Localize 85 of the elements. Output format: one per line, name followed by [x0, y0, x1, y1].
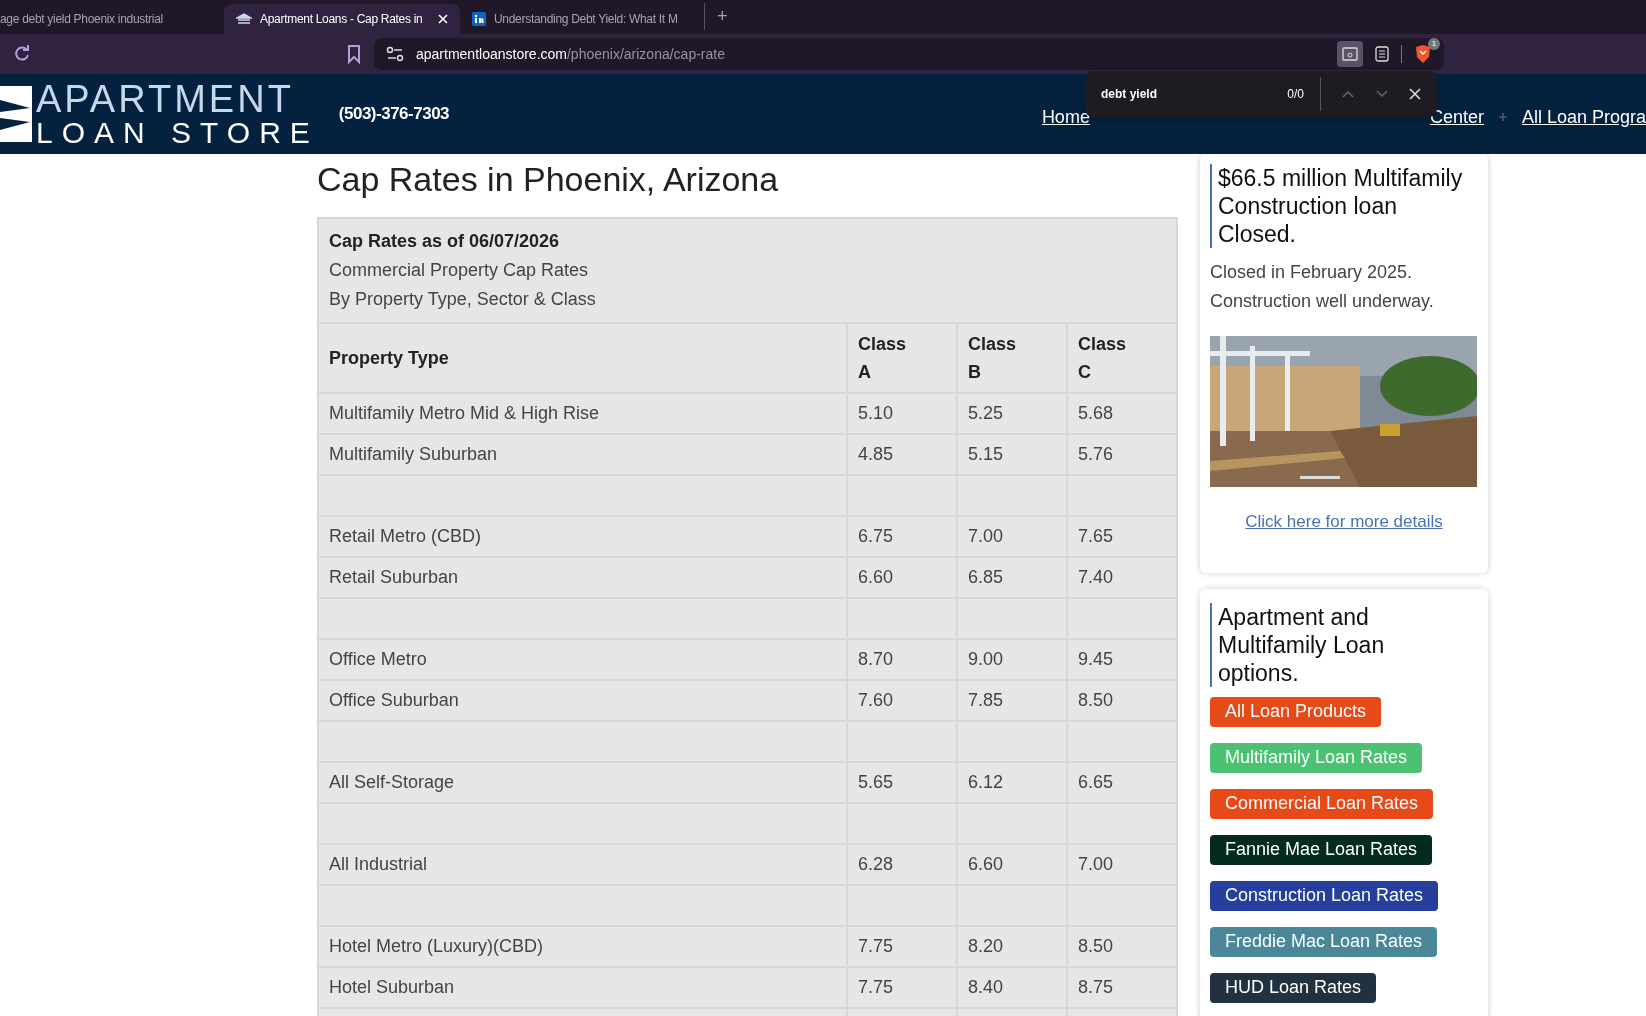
- card-heading: Apartment and Multifamily Loan options.: [1218, 602, 1386, 687]
- close-icon[interactable]: [1409, 88, 1421, 100]
- table-cell: 5.68: [1067, 392, 1177, 434]
- table-cell: 5.65: [847, 761, 957, 803]
- table-caption: Cap Rates as of 06/07/2026: [329, 229, 561, 253]
- column-header: Class A: [847, 322, 957, 393]
- table-cell: 7.00: [1067, 843, 1177, 885]
- table-cell: 5.25: [957, 392, 1067, 434]
- table-cell: All Self-Storage: [318, 761, 847, 803]
- loan-button[interactable]: Freddie Mac Loan Rates: [1210, 926, 1438, 957]
- loan-button[interactable]: Construction Loan Rates: [1210, 880, 1439, 911]
- site-settings-icon[interactable]: [386, 46, 404, 62]
- card-text: Construction well underway.: [1210, 290, 1435, 313]
- table-subtitle: Commercial Property Cap Rates: [329, 258, 590, 282]
- column-header: Class C: [1067, 322, 1177, 393]
- find-field[interactable]: debt yield: [1101, 85, 1288, 103]
- browser-tab[interactable]: Understanding Debt Yield: What It M: [460, 4, 696, 34]
- table-cell: 6.28: [847, 843, 957, 885]
- loan-button[interactable]: All Loan Products: [1210, 696, 1382, 727]
- new-tab-button[interactable]: +: [704, 3, 728, 30]
- table-cell: 7.00: [957, 515, 1067, 557]
- column-header: Property Type: [318, 322, 847, 393]
- loan-button[interactable]: HUD Loan Rates: [1210, 972, 1377, 1003]
- match-count: 0/0: [1287, 86, 1304, 103]
- table-cell: 7.75: [847, 925, 957, 967]
- address-bar[interactable]: apartmentloanstore.com/phoenix/arizona/cap-rate 1: [374, 38, 1444, 70]
- table-cell: Retail Metro (CBD): [318, 515, 847, 557]
- table-cell: 9.00: [957, 638, 1067, 680]
- table-cell: 8.50: [1067, 925, 1177, 967]
- table-cell: 5.15: [957, 433, 1067, 475]
- close-tab-icon[interactable]: [438, 14, 448, 24]
- table-cell: 8.75: [1067, 966, 1177, 1008]
- table-cell: Office Suburban: [318, 679, 847, 721]
- table-cell: 6.75: [847, 515, 957, 557]
- previous-match-icon[interactable]: [1341, 89, 1355, 99]
- browser-tab[interactable]: age debt yield Phoenix industrial: [0, 4, 224, 34]
- table-cell: Hotel Metro (Luxury)(CBD): [318, 925, 847, 967]
- table-cell: 8.50: [1067, 679, 1177, 721]
- table-cell: 7.40: [1067, 556, 1177, 598]
- column-header: Class B: [957, 322, 1067, 393]
- next-match-icon[interactable]: [1375, 89, 1389, 99]
- card-text: Closed in February 2025.: [1210, 261, 1414, 284]
- table-cell: 6.65: [1067, 761, 1177, 803]
- table-cell: Retail Suburban: [318, 556, 847, 598]
- table-cell: 7.65: [1067, 515, 1177, 557]
- notification-badge: 1: [1428, 38, 1440, 50]
- linkedin-icon: [472, 12, 486, 26]
- table-cell: 9.45: [1067, 638, 1177, 680]
- table-cell: Office Metro: [318, 638, 847, 680]
- table-cell: 5.10: [847, 392, 957, 434]
- site-logo[interactable]: APARTMENT LOAN STORE: [0, 80, 319, 148]
- browser-tab[interactable]: Apartment Loans - Cap Rates in: [224, 4, 460, 34]
- table-cell: 8.20: [957, 925, 1067, 967]
- reader-icon[interactable]: [1375, 46, 1389, 62]
- loan-button[interactable]: Fannie Mae Loan Rates: [1210, 834, 1433, 865]
- table-cell: Multifamily Suburban: [318, 433, 847, 475]
- plus-icon: [1497, 112, 1508, 122]
- table-cell: 6.60: [847, 556, 957, 598]
- find-page-button[interactable]: [1337, 41, 1363, 67]
- phone-number[interactable]: (503)-376-7303: [338, 101, 450, 127]
- table-cell: 8.40: [957, 966, 1067, 1008]
- table-cell: Hotel Suburban: [318, 966, 847, 1008]
- shield-icon[interactable]: [1414, 44, 1432, 64]
- table-cell: 6.85: [957, 556, 1067, 598]
- table-cell: 6.12: [957, 761, 1067, 803]
- table-cell: 4.85: [847, 433, 957, 475]
- table-cell: 5.76: [1067, 433, 1177, 475]
- table-cell: 7.85: [957, 679, 1067, 721]
- table-subtitle: By Property Type, Sector & Class: [329, 287, 597, 311]
- table-cell: 6.60: [957, 843, 1067, 885]
- table-cell: 7.60: [847, 679, 957, 721]
- find-icon: [1342, 47, 1358, 61]
- table-cell: Multifamily Metro Mid & High Rise: [318, 392, 847, 434]
- bookmark-icon[interactable]: [346, 44, 362, 64]
- site-icon: [236, 13, 252, 25]
- card-heading: $66.5 million Multifamily Construction loan Closed.: [1218, 164, 1464, 248]
- loan-button[interactable]: Commercial Loan Rates: [1210, 788, 1434, 819]
- details-link[interactable]: Click here for more details: [1245, 512, 1443, 531]
- page-title: Cap Rates in Phoenix, Arizona: [317, 159, 780, 200]
- table-cell: All Industrial: [318, 843, 847, 885]
- reload-icon[interactable]: [12, 44, 32, 64]
- nav-link[interactable]: All Loan Progra: [1521, 103, 1646, 131]
- table-cell: 7.75: [847, 966, 957, 1008]
- url-text: apartmentloanstore.com/phoenix/arizona/cap-rate: [416, 44, 725, 64]
- table-cell: 8.70: [847, 638, 957, 680]
